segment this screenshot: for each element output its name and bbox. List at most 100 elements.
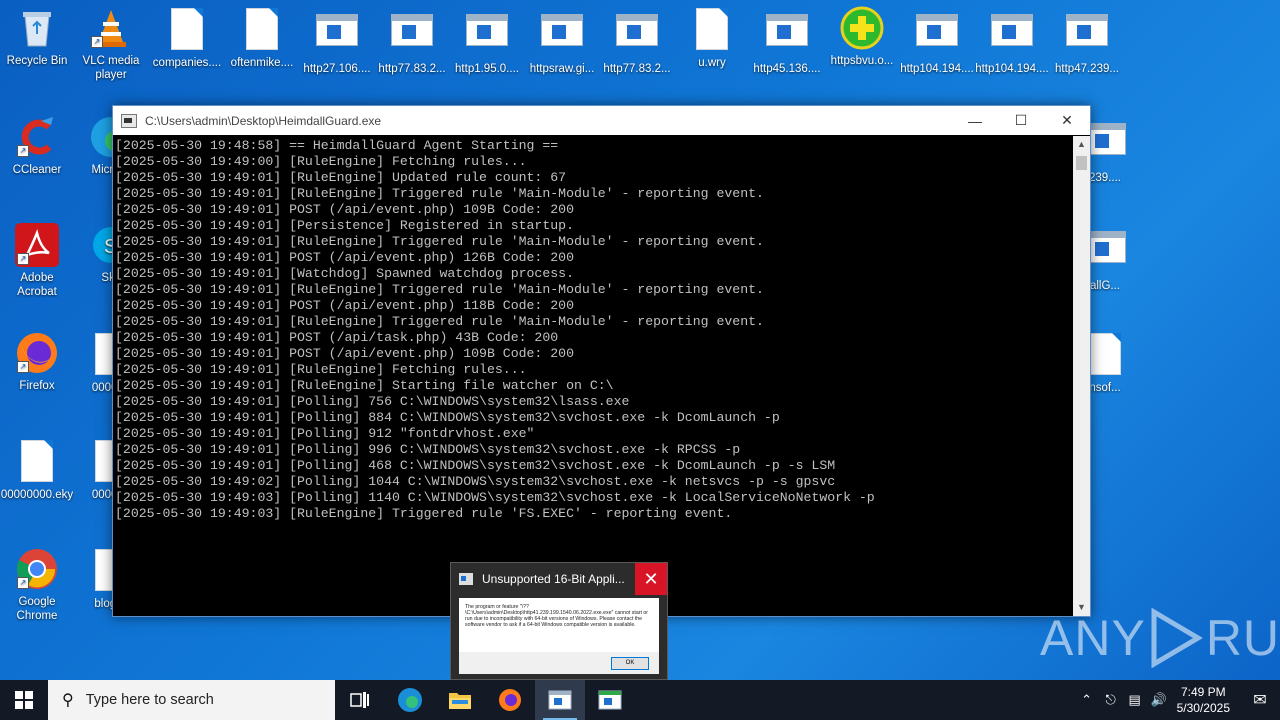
usb-device-icon[interactable]: ⎋ [1099,692,1123,708]
desktop-icon-exe[interactable]: http104.194.... [900,6,974,76]
taskbar-edge[interactable] [385,680,435,720]
maximize-button[interactable]: ☐ [998,106,1044,135]
play-triangle-icon [1151,608,1203,668]
console-line: [2025-05-30 19:49:01] [RuleEngine] Trigg… [115,314,764,329]
desktop-icon-ccleaner[interactable]: ↗ CCleaner [0,115,74,177]
desktop-icon-recycle-bin[interactable]: Recycle Bin [0,6,74,68]
application-icon [915,14,959,58]
console-line: [2025-05-30 19:49:01] [RuleEngine] Updat… [115,170,567,185]
shortcut-arrow-icon: ↗ [17,145,29,157]
unsupported-app-dialog[interactable]: Unsupported 16-Bit Appli... ✕ The progra… [450,562,668,680]
notification-center-icon[interactable]: ✉ [1240,690,1280,710]
desktop-icon-exe[interactable]: http27.106.... [300,6,374,76]
taskbar-console-window[interactable] [535,680,585,720]
desktop-icon-file[interactable]: u.wry [675,6,749,70]
console-scrollbar[interactable]: ▲ ▼ [1073,136,1090,616]
dialog-title-bar[interactable]: Unsupported 16-Bit Appli... ✕ [451,563,667,595]
task-view-button[interactable] [335,680,385,720]
taskbar-firefox[interactable] [485,680,535,720]
console-app-icon [121,113,137,128]
adobe-acrobat-icon: ↗ [15,223,59,267]
taskbar-file-explorer[interactable] [435,680,485,720]
clock-time: 7:49 PM [1180,685,1226,699]
desktop-icon-acrobat[interactable]: ↗ Adobe Acrobat [0,223,74,299]
show-hidden-icons-chevron-icon[interactable]: ⌃ [1075,692,1099,708]
shortcut-arrow-icon: ↗ [91,36,103,48]
document-icon [690,8,734,52]
application-icon [1065,14,1109,58]
start-button[interactable] [0,680,48,720]
console-title-bar[interactable]: C:\Users\admin\Desktop\HeimdallGuard.exe… [113,106,1090,135]
task-view-icon [350,692,369,708]
console-line: [2025-05-30 19:49:01] [RuleEngine] Start… [115,378,614,393]
console-line: [2025-05-30 19:49:01] [Polling] 468 C:\W… [115,458,836,473]
console-output[interactable]: [2025-05-30 19:48:58] == HeimdallGuard A… [113,136,1073,616]
application-icon [540,14,584,58]
desktop-icon-firefox[interactable]: ↗ Firefox [0,331,74,393]
ok-button[interactable]: OK [611,657,649,670]
console-line: [2025-05-30 19:49:01] [RuleEngine] Fetch… [115,362,527,377]
search-placeholder: Type here to search [85,692,214,708]
application-icon [598,690,622,710]
console-line: [2025-05-30 19:49:02] [Polling] 1044 C:\… [115,474,836,489]
desktop-icon-vlc[interactable]: ↗ VLC media player [74,6,148,82]
console-line: [2025-05-30 19:49:01] POST (/api/event.p… [115,346,574,361]
desktop-icon-file[interactable]: companies.... [150,6,224,70]
console-line: [2025-05-30 19:48:58] == HeimdallGuard A… [115,138,559,153]
shortcut-arrow-icon: ↗ [17,577,29,589]
minimize-icon: — [968,112,982,129]
application-icon [465,14,509,58]
watermark-right-text: RUN [1205,610,1280,666]
console-line: [2025-05-30 19:49:01] [RuleEngine] Trigg… [115,282,764,297]
desktop-icon-exe[interactable]: http77.83.2... [600,6,674,76]
console-window[interactable]: C:\Users\admin\Desktop\HeimdallGuard.exe… [112,105,1091,617]
console-title: C:\Users\admin\Desktop\HeimdallGuard.exe [145,113,382,128]
desktop-icon-exe[interactable]: http77.83.2... [375,6,449,76]
scrollbar-thumb[interactable] [1076,156,1087,170]
dialog-app-icon [459,573,473,585]
console-line: [2025-05-30 19:49:01] POST (/api/event.p… [115,202,574,217]
taskbar-search-box[interactable]: ⚲ Type here to search [48,680,335,720]
taskbar-clock[interactable]: 7:49 PM 5/30/2025 [1177,684,1230,716]
desktop-icon-exe[interactable]: http45.136.... [750,6,824,76]
application-icon [615,14,659,58]
document-icon [15,440,59,484]
scroll-up-arrow-icon[interactable]: ▲ [1073,136,1090,153]
microsoft-edge-icon [398,688,422,712]
minimize-button[interactable]: — [952,106,998,135]
console-line: [2025-05-30 19:49:01] [Polling] 756 C:\W… [115,394,630,409]
console-line: [2025-05-30 19:49:01] [Polling] 912 "fon… [115,426,535,441]
console-line: [2025-05-30 19:49:03] [RuleEngine] Trigg… [115,506,733,521]
desktop-icon-chrome[interactable]: ↗ Google Chrome [0,547,74,623]
console-line: [2025-05-30 19:49:01] POST (/api/task.ph… [115,330,559,345]
desktop-icon-plus[interactable]: httpsbvu.o... [825,6,899,68]
application-icon [765,14,809,58]
desktop-icon-exe[interactable]: httpsraw.gi... [525,6,599,76]
shortcut-arrow-icon: ↗ [17,253,29,265]
desktop-icon-exe[interactable]: http47.239... [1050,6,1124,76]
anyrun-watermark: ANY RUN [1040,608,1280,668]
desktop-icon-exe[interactable]: http104.194.... [975,6,1049,76]
desktop-icon-file[interactable]: oftenmike.... [225,6,299,70]
folder-icon [449,693,471,709]
desktop-icon-file[interactable]: 00000000.eky [0,438,74,502]
desktop-icon-exe[interactable]: http1.95.0.... [450,6,524,76]
system-tray: ⌃ ⎋ ▤ 🔊 7:49 PM 5/30/2025 ✉ [1075,680,1280,720]
taskbar-dialog-window[interactable] [585,680,635,720]
green-plus-icon [840,6,884,50]
close-button[interactable]: ✕ [1044,106,1090,135]
dialog-close-button[interactable]: ✕ [635,563,667,595]
network-icon[interactable]: ▤ [1123,692,1147,708]
console-line: [2025-05-30 19:49:03] [Polling] 1140 C:\… [115,490,875,505]
dialog-footer: OK [459,652,659,674]
search-icon: ⚲ [62,692,74,709]
console-line: [2025-05-30 19:49:00] [RuleEngine] Fetch… [115,154,527,169]
console-line: [2025-05-30 19:49:01] [Polling] 996 C:\W… [115,442,741,457]
console-line: [2025-05-30 19:49:01] [Watchdog] Spawned… [115,266,574,281]
volume-icon[interactable]: 🔊 [1147,692,1171,708]
close-icon: ✕ [643,568,659,589]
google-chrome-icon: ↗ [15,547,59,591]
application-icon [390,14,434,58]
application-icon [315,14,359,58]
application-icon [990,14,1034,58]
